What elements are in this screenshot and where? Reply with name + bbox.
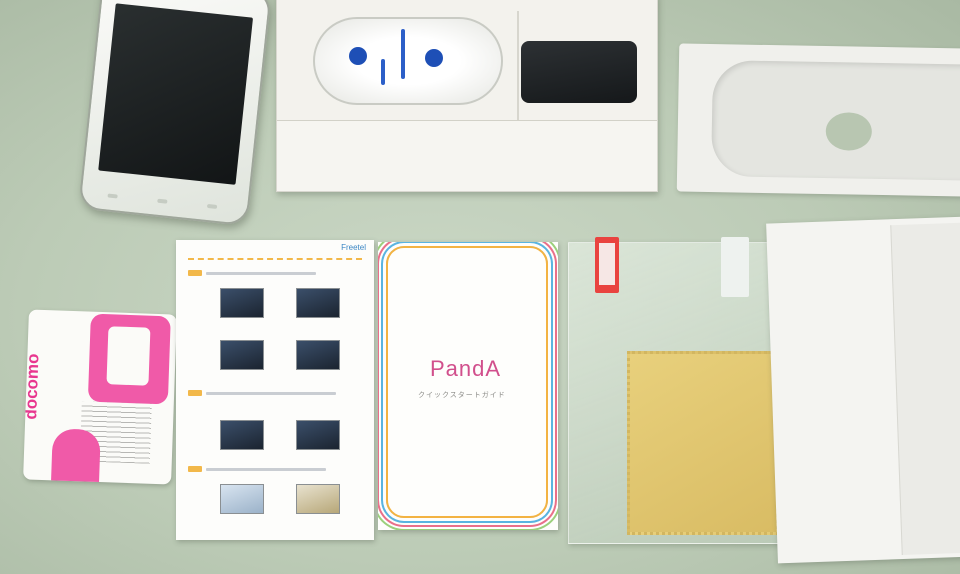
sim-pink-frame (87, 313, 171, 405)
leaflet-header (188, 246, 362, 260)
leaflet-text-line (206, 392, 336, 395)
leaflet-screenshot (296, 420, 340, 450)
earbud-left (349, 47, 367, 65)
document-sleeve (766, 216, 960, 564)
sleeve-flap (890, 222, 960, 556)
leaflet-step-marker (188, 270, 202, 276)
product-unboxing-photo: docomo Freetel PandA クイックスタートガイド (0, 0, 960, 574)
leaflet-screenshot (220, 484, 264, 514)
earbud-right (425, 49, 443, 67)
leaflet-screenshot (296, 340, 340, 370)
leaflet-text-line (206, 468, 326, 471)
sim-cutout (106, 326, 151, 386)
leaflet-screenshot (220, 288, 264, 318)
guide-rainbow-border (386, 246, 548, 518)
box-tray (277, 120, 657, 191)
phone-box (276, 0, 658, 192)
leaflet-step-marker (188, 466, 202, 472)
leaflet-screenshot (220, 420, 264, 450)
leaflet-text-line (206, 272, 316, 275)
smartphone (78, 0, 272, 227)
setup-leaflet: Freetel (176, 240, 374, 540)
sim-card: docomo (23, 309, 177, 485)
phone-home-button (157, 198, 168, 204)
earphone-cord (381, 59, 385, 85)
earphone-cord (401, 29, 405, 79)
screen-protector (568, 237, 796, 544)
protector-pull-tab (595, 237, 619, 293)
leaflet-screenshot (220, 340, 264, 370)
leaflet-screenshot (296, 484, 340, 514)
phone-back-button (206, 203, 218, 209)
phone-screen (98, 3, 254, 185)
phone-tray-insert (676, 43, 960, 197)
guide-subtitle: クイックスタートガイド (418, 391, 506, 399)
docomo-logo: docomo (23, 353, 43, 420)
guide-title: PandA (430, 356, 502, 381)
sim-pink-shape (50, 428, 101, 485)
charger-adapter (521, 41, 637, 103)
protector-release-tab (721, 237, 749, 297)
earphone-case (313, 17, 503, 105)
leaflet-screenshot (296, 288, 340, 318)
cleaning-cloth (627, 351, 779, 535)
leaflet-brand: Freetel (341, 243, 366, 252)
quick-start-guide: PandA クイックスタートガイド (378, 242, 558, 530)
leaflet-step-marker (188, 390, 202, 396)
box-divider (517, 11, 519, 121)
phone-menu-button (107, 193, 118, 199)
